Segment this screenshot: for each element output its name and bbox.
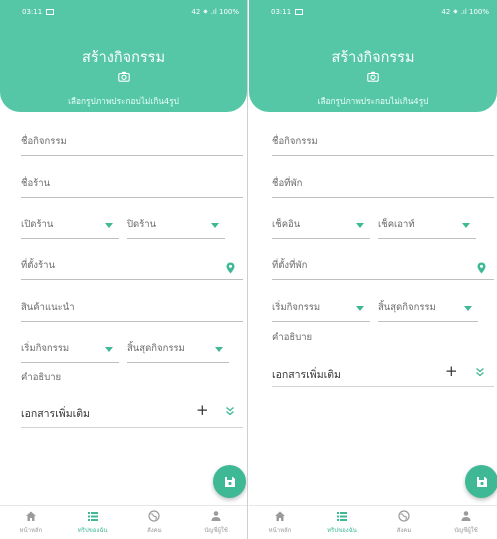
lodging-name-field[interactable]: ชื่อที่พัก [272,168,494,198]
bottom-nav: หน้าหลัก ทริปของฉัน สังคม บัญชีผู้ใช้ [0,505,247,539]
lodging-location-field[interactable]: ที่ตั้งที่พัก [272,250,494,280]
divider [21,427,243,428]
shop-name-field[interactable]: ชื่อร้าน [21,168,243,198]
home-icon [275,511,285,521]
person-icon [211,511,221,521]
save-button[interactable] [213,465,246,498]
extra-docs-title: เอกสารเพิ่มเติม [272,369,341,381]
status-bar: 03:11 42 ✷ .ıl 100% [249,0,497,24]
chevron-down-icon [215,347,223,352]
activity-name-field[interactable]: ชื่อกิจกรรม [21,126,243,156]
chevron-down-icon [462,223,470,228]
location-pin-icon[interactable] [477,262,486,274]
page-title: สร้างกิจกรรม [331,50,415,66]
status-time: 03:11 [271,8,292,16]
photo-hint[interactable]: เลือกรูปภาพประกอบไม่เกิน4รูป [249,94,497,108]
image-icon [46,9,55,15]
phone-screen-right: 03:11 42 ✷ .ıl 100% สร้างกิจกรรม เลือกรู… [249,0,497,539]
recommended-product-field[interactable]: สินค้าแนะนำ [21,292,243,322]
status-time: 03:11 [22,8,43,16]
list-icon [337,512,347,521]
description-field[interactable]: คำอธิบาย [21,358,243,388]
page-title: สร้างกิจกรรม [81,50,166,66]
home-icon [25,511,36,521]
header: สร้างกิจกรรม เลือกรูปภาพประกอบไม่เกิน4รู… [249,24,497,112]
nav-my-trips[interactable]: ทริปของฉัน [311,506,373,539]
person-icon [461,511,471,521]
nav-home[interactable]: หน้าหลัก [0,506,62,539]
phone-screen-left: 03:11 42 ✷ .ıl 100% สร้างกิจกรรม เลือกรู… [0,0,248,539]
globe-icon [148,510,160,522]
close-shop-select[interactable]: ปิดร้าน [127,209,225,239]
status-indicators: 42 ✷ .ıl 100% [441,8,489,16]
location-pin-icon[interactable] [226,262,235,274]
chevron-down-icon [356,223,364,228]
add-document-button[interactable]: + [445,364,458,379]
nav-account[interactable]: บัญชีผู้ใช้ [435,506,497,539]
nav-account[interactable]: บัญชีผู้ใช้ [185,506,247,539]
chevron-down-icon [105,347,113,352]
image-icon [295,9,304,15]
double-chevron-down-icon[interactable] [475,367,485,377]
check-in-select[interactable]: เช็คอิน [272,209,370,239]
photo-hint[interactable]: เลือกรูปภาพประกอบไม่เกิน4รูป [0,94,247,108]
status-bar: 03:11 42 ✷ .ıl 100% [0,0,247,24]
camera-icon[interactable] [367,71,379,82]
save-icon [224,476,235,487]
save-button[interactable] [465,465,497,498]
nav-social[interactable]: สังคม [373,506,435,539]
description-field[interactable]: คำอธิบาย [272,318,494,348]
double-chevron-down-icon[interactable] [225,406,235,416]
add-document-button[interactable]: + [196,403,209,418]
nav-my-trips[interactable]: ทริปของฉัน [62,506,124,539]
chevron-down-icon [356,306,364,311]
check-out-select[interactable]: เช็คเอาท์ [378,209,476,239]
activity-name-field[interactable]: ชื่อกิจกรรม [272,126,494,156]
nav-social[interactable]: สังคม [124,506,186,539]
open-shop-select[interactable]: เปิดร้าน [21,209,119,239]
chevron-down-icon [464,306,472,311]
chevron-down-icon [105,223,113,228]
status-indicators: 42 ✷ .ıl 100% [191,8,239,16]
extra-docs-title: เอกสารเพิ่มเติม [21,408,90,420]
divider [272,386,494,387]
header: สร้างกิจกรรม เลือกรูปภาพประกอบไม่เกิน4รู… [0,24,247,112]
bottom-nav: หน้าหลัก ทริปของฉัน สังคม บัญชีผู้ใช้ [249,505,497,539]
camera-icon[interactable] [117,71,130,82]
shop-location-field[interactable]: ที่ตั้งร้าน [21,250,243,280]
chevron-down-icon [211,223,219,228]
save-icon [476,476,487,487]
globe-icon [398,510,410,522]
list-icon [87,512,98,521]
nav-home[interactable]: หน้าหลัก [249,506,311,539]
